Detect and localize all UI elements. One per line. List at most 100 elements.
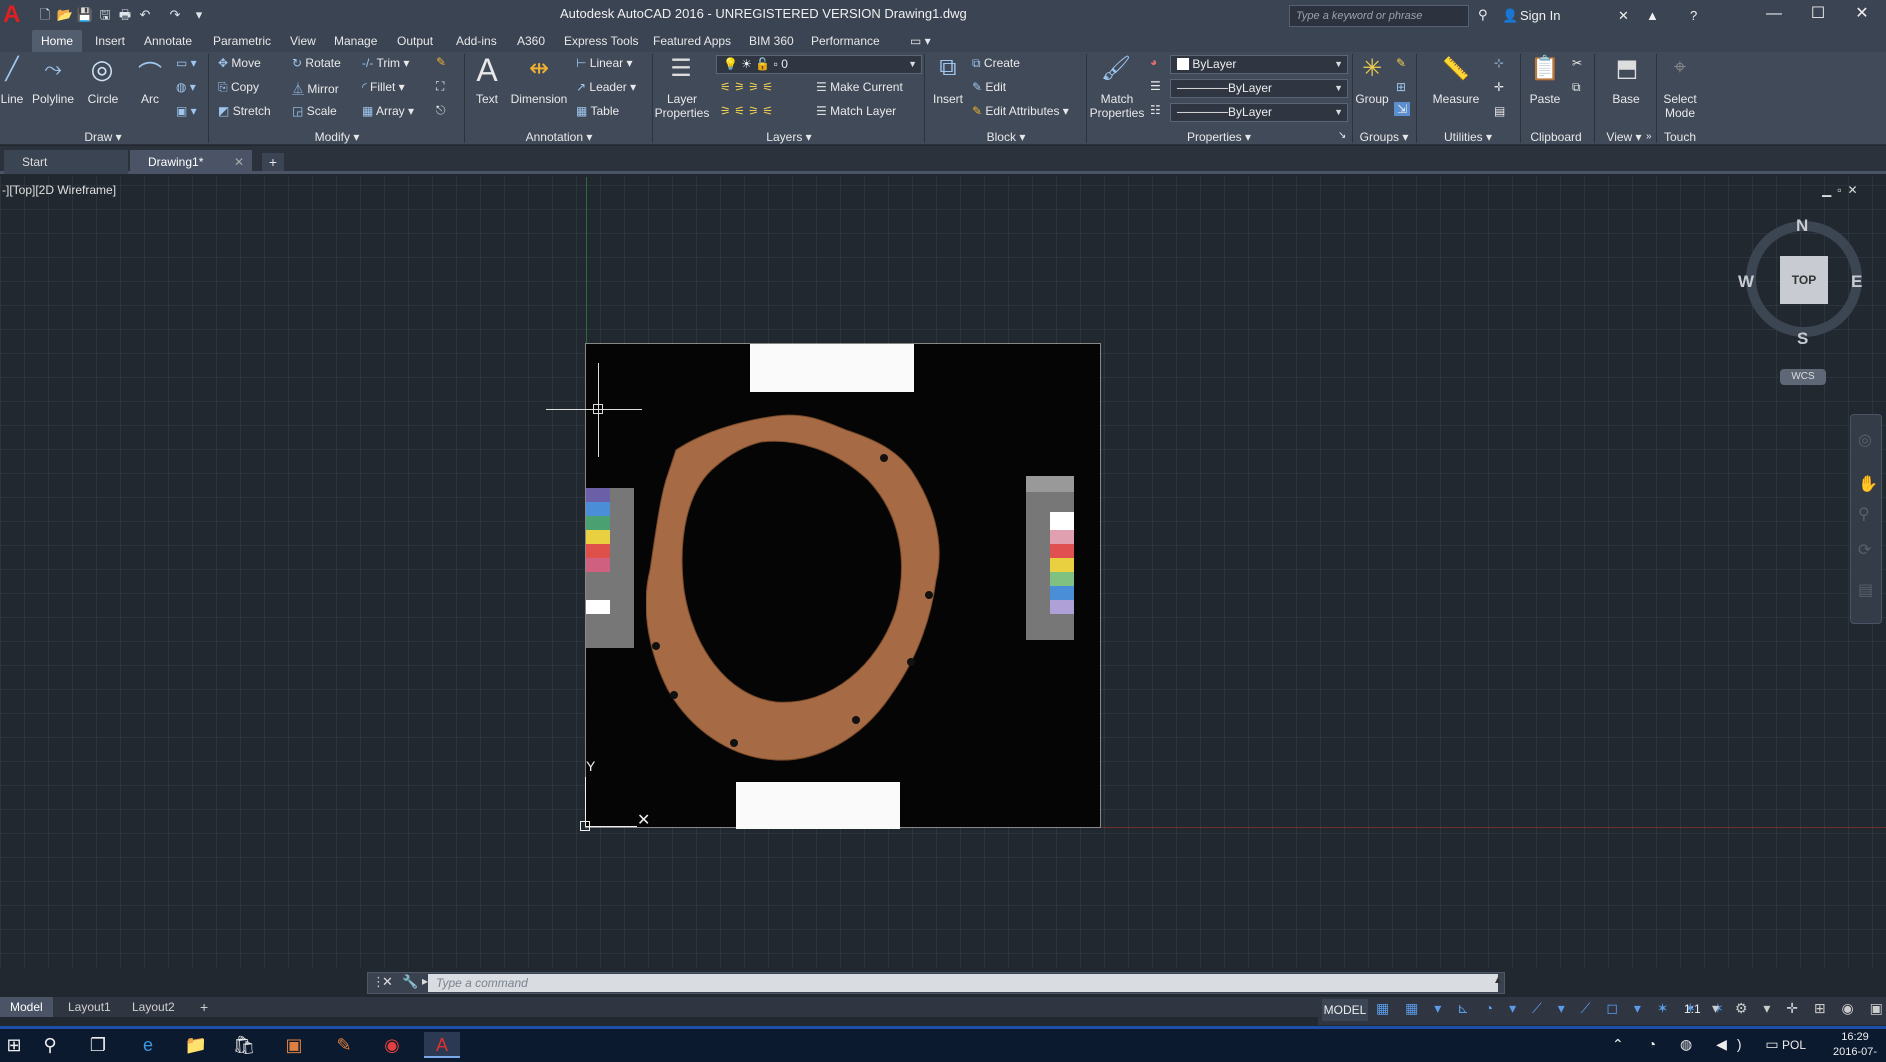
circle-icon[interactable]: ◎: [86, 54, 118, 85]
table-button[interactable]: ▦ Table: [576, 104, 619, 118]
line-icon[interactable]: ╱: [0, 56, 24, 82]
polyline-icon[interactable]: ⤳: [38, 56, 68, 82]
create-block-button[interactable]: ⧉ Create: [972, 56, 1020, 71]
quick-select-icon[interactable]: ⊹: [1494, 56, 1504, 70]
rectangle-icon[interactable]: ▭ ▾: [176, 56, 197, 70]
ungroup-icon[interactable]: ✎: [1396, 56, 1406, 70]
edge-icon[interactable]: e: [134, 1032, 162, 1058]
circle-button[interactable]: Circle: [86, 92, 120, 106]
cmd-customize-icon[interactable]: 🔧: [402, 974, 418, 990]
app-icon-2[interactable]: ✎: [330, 1032, 358, 1058]
point-icon[interactable]: ✛: [1494, 80, 1504, 94]
insert-block-icon[interactable]: ⧉: [930, 54, 966, 82]
measure-icon[interactable]: 📏: [1438, 56, 1474, 82]
leader-button[interactable]: ↗ Leader ▾: [576, 80, 636, 94]
select-mode-button[interactable]: Select Mode: [1656, 92, 1704, 120]
cut-icon[interactable]: ✂: [1572, 56, 1582, 70]
match-properties-button[interactable]: Match Properties: [1088, 92, 1146, 120]
dimension-icon[interactable]: ⇹: [522, 54, 556, 83]
select-mode-icon[interactable]: ⌖: [1664, 54, 1696, 80]
group-icon[interactable]: ✳: [1356, 54, 1388, 83]
close-icon[interactable]: ✕: [1841, 2, 1883, 26]
expand-icon[interactable]: »: [1646, 131, 1652, 142]
tab-output[interactable]: Output: [397, 30, 433, 52]
help-icon[interactable]: ?: [1690, 8, 1697, 23]
groups-panel-title[interactable]: Groups ▾: [1354, 129, 1414, 145]
paste-button[interactable]: Paste: [1524, 92, 1566, 106]
tab-parametric[interactable]: Parametric: [213, 30, 271, 52]
insert-button[interactable]: Insert: [928, 92, 968, 106]
store-icon[interactable]: 🛍: [230, 1032, 258, 1058]
tab-manage[interactable]: Manage: [334, 30, 377, 52]
zoom-icon[interactable]: ⚲: [1858, 504, 1870, 524]
panel-launcher-icon[interactable]: ↘: [1338, 130, 1346, 141]
array-button[interactable]: ▦ Array ▾: [362, 104, 414, 118]
add-layout-button[interactable]: +: [190, 997, 218, 1017]
a360-icon[interactable]: ▲: [1646, 8, 1659, 23]
file-explorer-icon[interactable]: 📁: [182, 1032, 210, 1058]
layout-tab-model[interactable]: Model: [0, 997, 53, 1017]
block-panel-title[interactable]: Block ▾: [926, 129, 1086, 145]
steering-wheel-icon[interactable]: ◎: [1858, 430, 1872, 450]
arc-button[interactable]: Arc: [138, 92, 162, 106]
clock[interactable]: 16:29 2016-07-06: [1828, 1030, 1882, 1062]
compass-north[interactable]: N: [1796, 216, 1808, 236]
model-space-toggle[interactable]: MODEL: [1322, 999, 1368, 1021]
clipboard-panel-title[interactable]: Clipboard: [1522, 129, 1590, 145]
rotate-button[interactable]: ↻ Rotate: [292, 56, 341, 70]
sign-in-link[interactable]: Sign In: [1520, 8, 1560, 23]
cmd-close-icon[interactable]: ✕: [382, 974, 393, 990]
layer-tools-row1-icon[interactable]: ⚟ ⚞ ⚞ ⚟: [720, 80, 773, 94]
pan-icon[interactable]: ✋: [1858, 474, 1878, 494]
line-button[interactable]: Line: [0, 92, 24, 106]
save-as-icon[interactable]: 🖫: [96, 6, 114, 24]
save-icon[interactable]: 💾: [76, 6, 94, 24]
dimension-button[interactable]: Dimension: [508, 92, 570, 106]
scale-button[interactable]: ◲ Scale: [292, 104, 337, 118]
match-properties-icon[interactable]: 🖌: [1098, 54, 1134, 83]
open-file-icon[interactable]: 📂: [56, 6, 74, 24]
copy-clip-icon[interactable]: ⧉: [1572, 80, 1581, 95]
calculator-icon[interactable]: ▤: [1494, 104, 1505, 118]
measure-button[interactable]: Measure: [1426, 92, 1486, 106]
tab-performance[interactable]: Performance: [811, 30, 880, 52]
maximize-icon[interactable]: ☐: [1797, 2, 1839, 26]
region-icon[interactable]: ▣ ▾: [176, 104, 197, 118]
new-file-icon[interactable]: 🗋: [36, 6, 54, 24]
tray-icons[interactable]: ⌃ ◔ ◍ ◀) ▭: [1612, 1036, 1789, 1053]
viewcube-top-face[interactable]: TOP: [1780, 256, 1828, 304]
tab-featured-apps[interactable]: Featured Apps: [653, 30, 731, 52]
doc-tab-drawing1[interactable]: Drawing1* ✕: [130, 150, 252, 174]
mirror-button[interactable]: ⏅ Mirror: [292, 80, 339, 97]
orbit-icon[interactable]: ⟳: [1858, 540, 1871, 560]
application-menu-button[interactable]: A: [0, 0, 30, 30]
chrome-icon[interactable]: ◉: [378, 1032, 406, 1058]
windows-start-icon[interactable]: ⊞: [0, 1032, 28, 1058]
compass-east[interactable]: E: [1851, 272, 1862, 292]
binoculars-icon[interactable]: ⚲: [1478, 7, 1488, 23]
layer-dropdown[interactable]: 💡 ☀ 🔓 ▫ 0 ▼: [716, 55, 922, 74]
tab-view[interactable]: View: [290, 30, 316, 52]
utilities-panel-title[interactable]: Utilities ▾: [1418, 129, 1518, 145]
paste-icon[interactable]: 📋: [1528, 54, 1562, 83]
layout-tab-layout1[interactable]: Layout1: [58, 997, 121, 1017]
tab-home[interactable]: Home: [32, 30, 82, 52]
qat-dropdown-icon[interactable]: ▾: [190, 6, 208, 24]
search-icon[interactable]: ⚲: [36, 1032, 64, 1058]
viewport-window-controls[interactable]: ▁▫✕: [1822, 183, 1864, 197]
minimize-icon[interactable]: —: [1753, 2, 1795, 26]
new-tab-button[interactable]: +: [262, 153, 284, 171]
hatch-icon[interactable]: ◍ ▾: [176, 80, 196, 94]
app-icon-1[interactable]: ▣: [280, 1032, 308, 1058]
doc-tab-start[interactable]: Start: [4, 150, 128, 174]
wcs-menu[interactable]: WCS: [1780, 369, 1826, 385]
autocad-taskbar-icon[interactable]: A: [424, 1032, 460, 1058]
draw-panel-title[interactable]: Draw ▾: [0, 129, 206, 145]
make-current-button[interactable]: ☰ Make Current: [816, 80, 903, 94]
touch-panel-title[interactable]: Touch: [1656, 129, 1704, 145]
undo-icon[interactable]: ↶: [136, 6, 154, 24]
compass-west[interactable]: W: [1738, 272, 1754, 292]
move-button[interactable]: ✥ Move: [218, 56, 261, 70]
match-layer-button[interactable]: ☰ Match Layer: [816, 104, 896, 118]
base-button[interactable]: Base: [1606, 92, 1646, 106]
